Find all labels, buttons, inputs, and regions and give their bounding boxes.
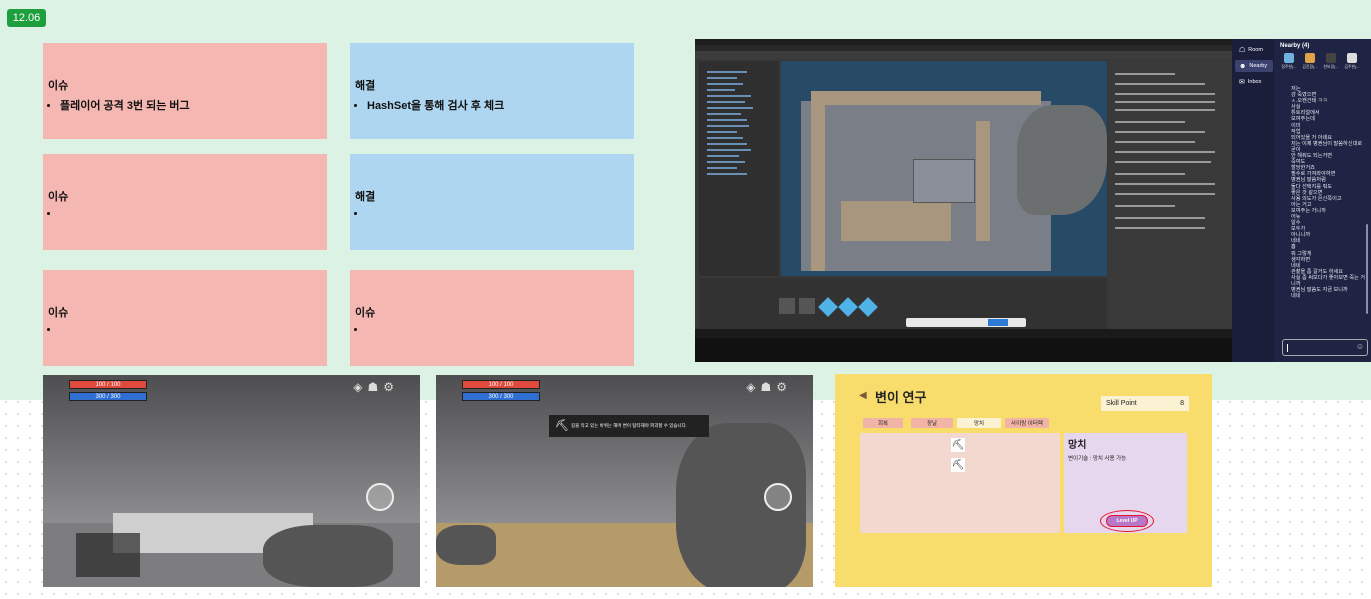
editor-toolbar [695,51,1232,59]
chat-input[interactable]: ☺ [1282,339,1368,356]
hammer-skill-icon[interactable]: ⛏ [951,438,965,452]
skill-list-panel: ⛏ ⛏ [860,433,1060,533]
people-icon: ☻ [1239,62,1247,70]
note-bullet [60,208,322,222]
research-title: 변이 연구 [875,390,927,405]
scene-view [781,61,1107,276]
hp-bar: 100 / 100 [462,380,540,389]
tab-other[interactable]: 사이링 이터렉 [1005,418,1049,428]
hammer-skill-icon[interactable]: ⛏ [951,458,965,472]
rock [436,525,496,565]
note-title: 이슈 [48,191,69,203]
inbox-icon: ✉ [1239,79,1245,86]
game-screenshot-rock: 100 / 100 300 / 300 ◈ ☗ ⚙ ⛏ 길을 막고 있는 바위는 해머… [436,375,813,587]
note-bullet [367,324,629,338]
avatar[interactable]: 한보경(... [1322,53,1340,70]
mp-bar: 300 / 300 [462,392,540,401]
tab-weapon[interactable]: 장날 [911,418,953,428]
note-title: 해결 [355,191,376,203]
skill-detail-title: 망치 [1068,440,1087,451]
game-screenshot-lobby: 100 / 100 300 / 300 ◈ ☗ ⚙ [43,375,420,587]
note-bullet [60,324,322,338]
avatar[interactable]: 정주현(... [1280,53,1298,70]
game-top-icons: ◈ ☗ ⚙ [353,380,394,394]
avatar[interactable]: 김진환(... [1301,53,1319,70]
gear-icon[interactable]: ⚙ [383,380,394,394]
gear-icon[interactable]: ⚙ [776,380,787,394]
skill-point-box: Skill Point 8 [1101,396,1189,411]
hp-bar: 100 / 100 [69,380,147,389]
sticky-note-issue-1[interactable]: 이슈 플레이어 공격 3번 되는 버그 [43,43,327,139]
nearby-header: Nearby (4) [1280,43,1310,49]
note-bullet [367,208,629,222]
sticky-note-issue-2[interactable]: 이슈 [43,154,327,250]
rock-object [1017,105,1107,215]
mutation-research-screenshot: ◀ 변이 연구 Skill Point 8 회복 장날 망치 사이링 이터렉 ⛏ … [835,374,1212,587]
mp-bar: 300 / 300 [69,392,147,401]
unity-editor-screenshot[interactable] [695,39,1232,362]
nav-nearby[interactable]: ☻ Nearby [1235,60,1273,72]
text-caret [1287,344,1288,352]
date-badge[interactable]: 12.06 [7,9,46,27]
note-title: 이슈 [48,307,69,319]
hammer-icon: ⛏ [555,420,569,432]
note-bullet: HashSet을 통해 검사 후 체크 [367,97,629,113]
grid-object [913,159,975,203]
hint-tooltip: ⛏ 길을 막고 있는 바위는 해머 변이 탐타해야 파괴할 수 있습니다. [549,415,709,437]
sticky-note-issue-3[interactable]: 이슈 [43,270,327,366]
rock [263,525,393,587]
tab-recovery[interactable]: 회복 [863,418,903,428]
avatar[interactable]: 김주현(... [1343,53,1361,70]
chat-message: 네네 [1291,293,1301,300]
notification-popup [906,318,1026,327]
sticky-note-solution-1[interactable]: 해결 HashSet을 통해 검사 후 체크 [350,43,634,139]
nearby-avatars: 정주현(... 김진환(... 한보경(... 김주현(... [1280,53,1370,75]
level-up-button[interactable]: Level UP [1106,515,1148,527]
bag-icon[interactable]: ☗ [760,380,771,394]
skill-detail-desc: 변이기술 : 망치 사용 가능 [1068,456,1127,462]
item-icon[interactable]: ◈ [353,380,362,394]
note-bullet: 플레이어 공격 3번 되는 버그 [60,97,322,113]
nav-room[interactable]: ☖ Room [1235,44,1273,56]
sticky-note-solution-2[interactable]: 해결 [350,154,634,250]
tab-hammer[interactable]: 망치 [957,418,1001,428]
chat-messages: 저는 걍 죽였으면 ㅅ.오캔건테 ㅋㅋ 사실 튜토리얼에서 보여주는데 이미 작업 되어있을 거… [1291,86,1369,299]
note-title: 해결 [355,80,376,92]
nav-inbox[interactable]: ✉ Inbox [1235,76,1273,88]
hierarchy-panel [699,61,779,276]
info-panel [76,533,140,577]
item-icon[interactable]: ◈ [746,380,755,394]
skill-detail-panel: 망치 변이기술 : 망치 사용 가능 Level UP [1064,433,1187,533]
editor-bottom-bar [695,338,1232,362]
windows-taskbar [695,329,1232,338]
action-button[interactable] [764,483,792,511]
emoji-icon[interactable]: ☺ [1356,342,1364,351]
back-arrow-icon[interactable]: ◀ [859,390,867,401]
sticky-note-issue-4[interactable]: 이슈 [350,270,634,366]
game-top-icons: ◈ ☗ ⚙ [746,380,787,394]
inspector-panel [1109,61,1232,361]
note-title: 이슈 [355,307,376,319]
chat-message: 사실 좀 써보다가 좋아보면 죽는 거니까 [1291,274,1366,287]
note-title: 이슈 [48,80,69,92]
room-icon: ☖ [1239,47,1246,54]
action-button[interactable] [366,483,394,511]
chat-scrollbar[interactable] [1366,224,1368,314]
chat-message: 저는 이제 병권님이 말씀하신대로 [1291,140,1363,147]
nearby-chat-panel[interactable]: ☖ Room ☻ Nearby ✉ Inbox Nearby (4) 정주현(... … [1232,39,1371,362]
bag-icon[interactable]: ☗ [367,380,378,394]
